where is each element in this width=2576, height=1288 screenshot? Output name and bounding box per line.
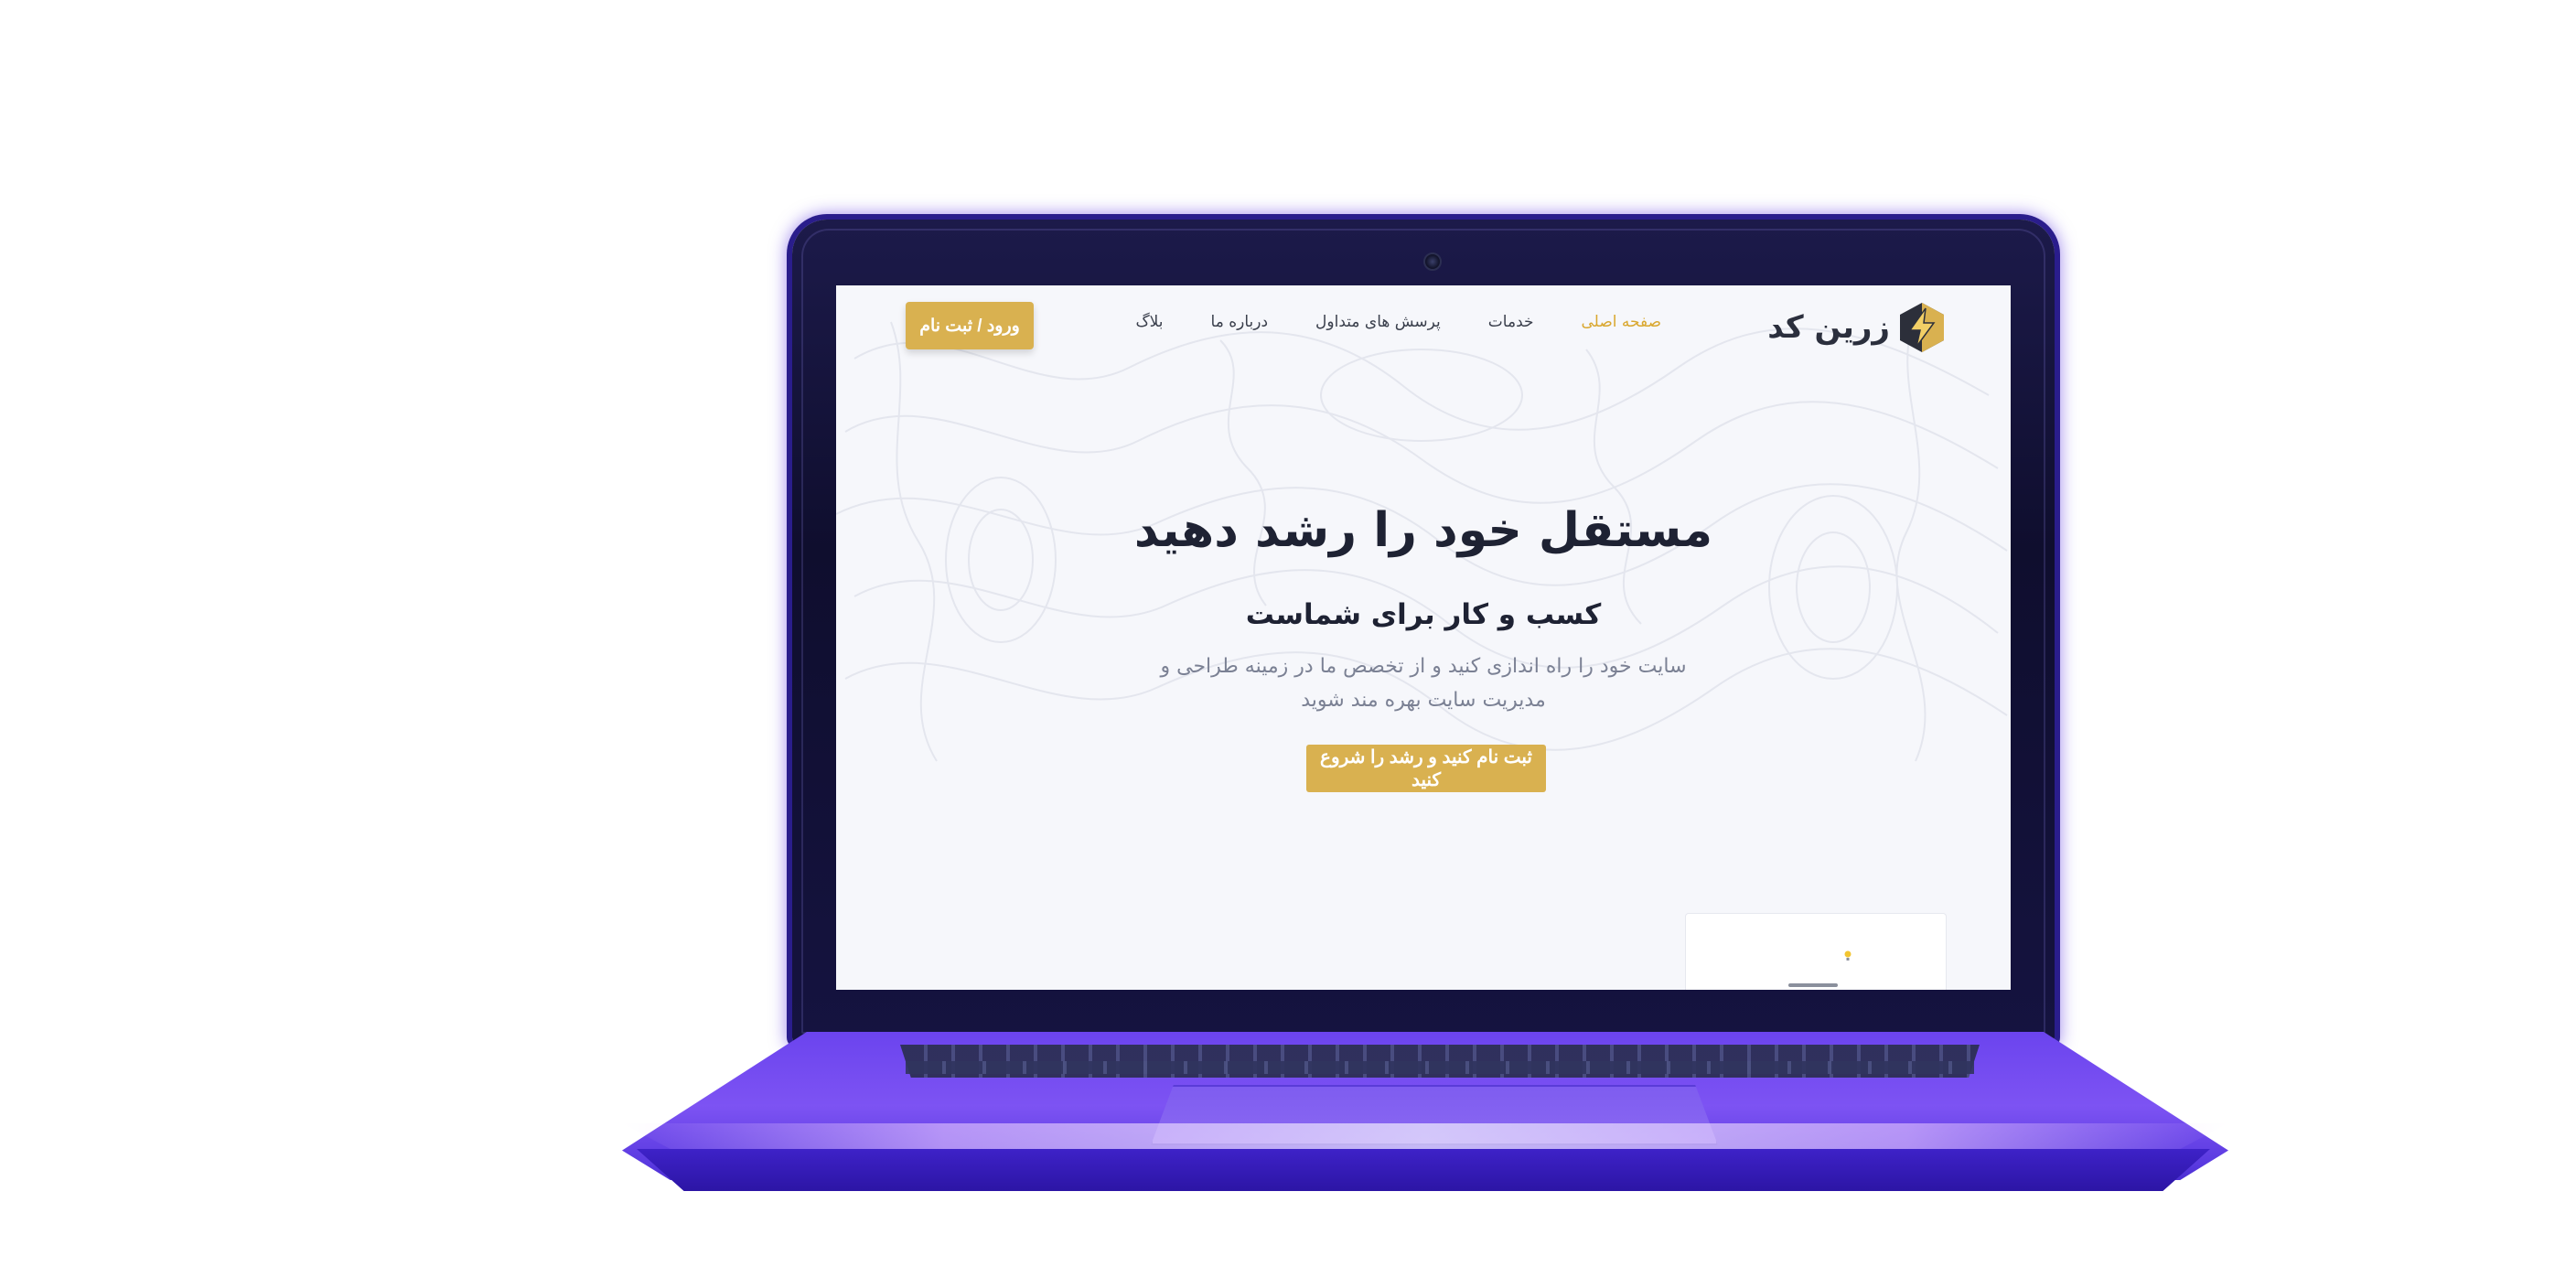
laptop-lid: زرین کد صفحه اصلی خدمات پرسش های متداول … — [792, 220, 2055, 1043]
login-register-button[interactable]: ورود / ثبت نام — [906, 302, 1034, 349]
brand-name: زرین کد — [1767, 309, 1890, 346]
feature-card — [1685, 913, 1947, 990]
base-edge-highlight — [622, 1123, 2228, 1149]
brand-logo[interactable]: زرین کد — [1767, 300, 1947, 355]
nav-item-faq[interactable]: پرسش های متداول — [1315, 313, 1441, 331]
signup-cta-button[interactable]: ثبت نام کنید و رشد را شروع کنید — [1306, 745, 1546, 792]
laptop-screen: زرین کد صفحه اصلی خدمات پرسش های متداول … — [836, 285, 2011, 990]
laptop-base-bottom — [637, 1149, 2210, 1191]
nav-item-about[interactable]: درباره ما — [1211, 313, 1269, 331]
nav-item-services[interactable]: خدمات — [1488, 313, 1534, 331]
hero-title: مستقل خود را رشد دهید — [1133, 503, 1713, 558]
lightbulb-icon — [1844, 950, 1852, 961]
main-menu: صفحه اصلی خدمات پرسش های متداول درباره م… — [1135, 313, 1661, 331]
webcam-icon — [1423, 252, 1442, 271]
hero-description: سایت خود را راه اندازی کنید و از تخصص ما… — [1160, 655, 1687, 712]
nav-item-blog[interactable]: بلاگ — [1135, 313, 1163, 331]
hero-subtitle: کسب و کار برای شماست — [1245, 598, 1602, 631]
top-navbar: زرین کد صفحه اصلی خدمات پرسش های متداول … — [836, 285, 2011, 368]
lightning-bolt-icon — [1900, 303, 1944, 352]
keyboard-keys — [906, 1061, 1974, 1074]
card-divider — [1788, 983, 1838, 987]
nav-item-home[interactable]: صفحه اصلی — [1582, 313, 1661, 331]
